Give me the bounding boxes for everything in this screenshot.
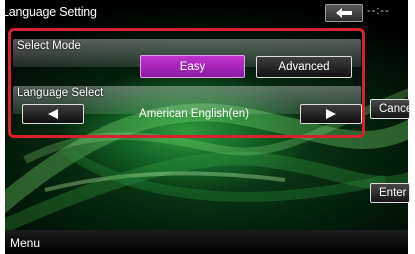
enter-button[interactable]: Enter — [370, 183, 410, 203]
back-arrow-icon — [336, 8, 352, 18]
highlight-frame — [8, 28, 365, 138]
menu-button[interactable]: Menu — [10, 236, 40, 250]
bottom-bar — [5, 230, 408, 254]
page-title: Language Setting — [2, 5, 97, 19]
clock-display: --:-- — [367, 5, 390, 17]
cancel-button[interactable]: Cancel — [370, 99, 410, 119]
back-button[interactable] — [325, 4, 363, 22]
